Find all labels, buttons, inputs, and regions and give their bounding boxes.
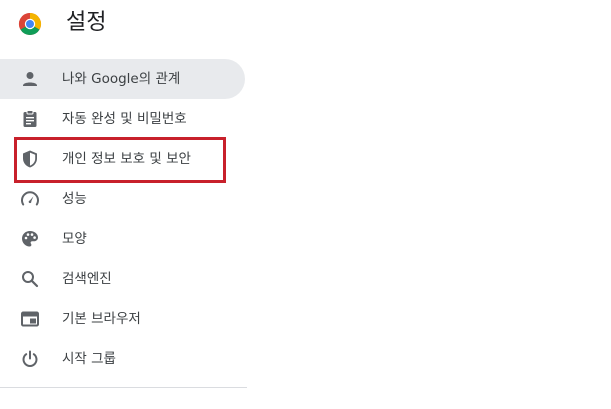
sidebar-item-label: 기본 브라우저 (62, 311, 141, 327)
sidebar-item-label: 검색엔진 (62, 271, 112, 287)
chrome-logo-icon (18, 12, 42, 36)
sidebar-item-label: 나와 Google의 관계 (62, 71, 181, 87)
sidebar-item-you-and-google[interactable]: 나와 Google의 관계 (0, 59, 245, 99)
clipboard-icon (20, 109, 40, 129)
sidebar-item-label: 모양 (62, 231, 87, 247)
sidebar-item-label: 성능 (62, 191, 87, 207)
browser-window-icon (20, 309, 40, 329)
speedometer-icon (20, 189, 40, 209)
settings-sidebar: 나와 Google의 관계 자동 완성 및 비밀번호 개인 정보 보호 및 보안… (0, 59, 248, 379)
sidebar-item-label: 개인 정보 보호 및 보안 (62, 151, 191, 167)
sidebar-item-on-startup[interactable]: 시작 그룹 (0, 339, 248, 379)
sidebar-item-autofill[interactable]: 자동 완성 및 비밀번호 (0, 99, 248, 139)
power-icon (20, 349, 40, 369)
settings-header: 설정 (0, 0, 611, 50)
sidebar-item-default-browser[interactable]: 기본 브라우저 (0, 299, 248, 339)
sidebar-item-search-engine[interactable]: 검색엔진 (0, 259, 248, 299)
palette-icon (20, 229, 40, 249)
sidebar-item-performance[interactable]: 성능 (0, 179, 248, 219)
sidebar-item-privacy-security[interactable]: 개인 정보 보호 및 보안 (0, 139, 248, 179)
sidebar-divider (0, 387, 247, 388)
settings-page: 설정 나와 Google의 관계 자동 완성 및 비밀번호 개인 정보 보호 및… (0, 0, 611, 409)
person-icon (20, 69, 40, 89)
shield-icon (20, 149, 40, 169)
search-icon (20, 269, 40, 289)
sidebar-item-appearance[interactable]: 모양 (0, 219, 248, 259)
sidebar-item-label: 시작 그룹 (62, 351, 116, 367)
sidebar-item-label: 자동 완성 및 비밀번호 (62, 111, 187, 127)
page-title: 설정 (66, 10, 107, 35)
